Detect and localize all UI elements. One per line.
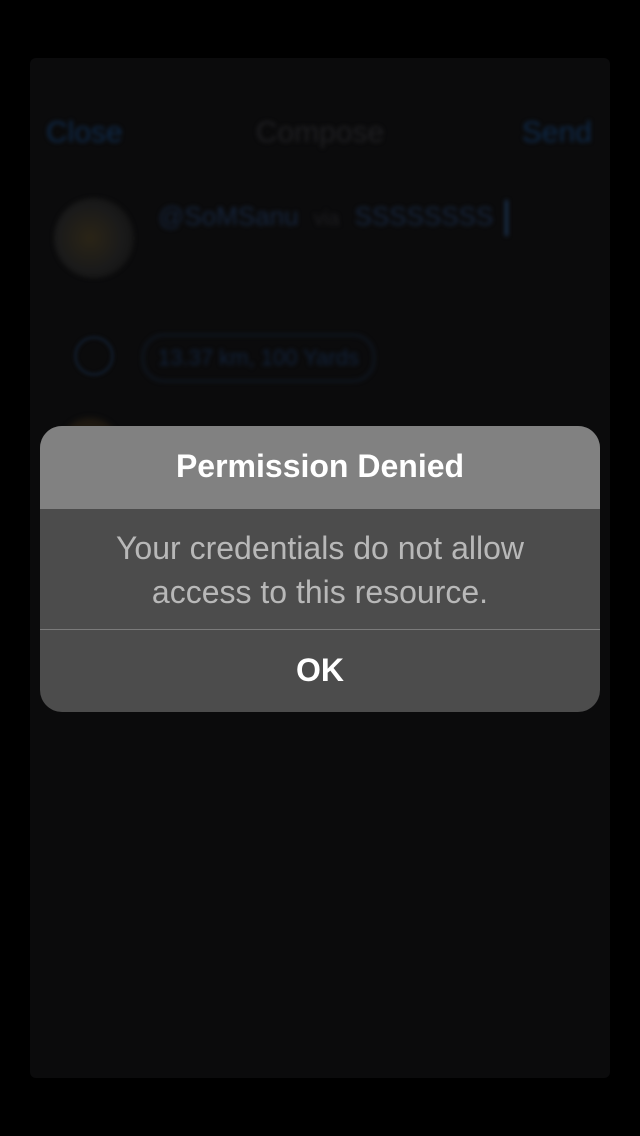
alert-message: Your credentials do not allow access to … — [116, 530, 524, 610]
alert-title: Permission Denied — [175, 448, 465, 484]
alert-header: Permission Denied — [40, 426, 600, 509]
account-line: @SoMSanu via SSSSSSSS — [158, 200, 508, 236]
avatar — [54, 198, 134, 278]
account-name: @SoMSanu — [158, 200, 299, 231]
location-pill: 13.37 km, 100 Yards — [142, 334, 375, 382]
permission-alert: Permission Denied Your credentials do no… — [40, 426, 600, 712]
screen: Close Compose Send @SoMSanu via SSSSSSSS… — [0, 0, 640, 1136]
send-button: Send — [521, 116, 592, 149]
ok-button[interactable]: OK — [40, 630, 600, 712]
text-cursor — [504, 200, 508, 236]
service-name: SSSSSSSS — [354, 200, 494, 231]
compose-nav-bar: Close Compose Send — [30, 58, 610, 208]
location-pin-icon — [74, 336, 114, 376]
via-label: via — [313, 207, 340, 230]
